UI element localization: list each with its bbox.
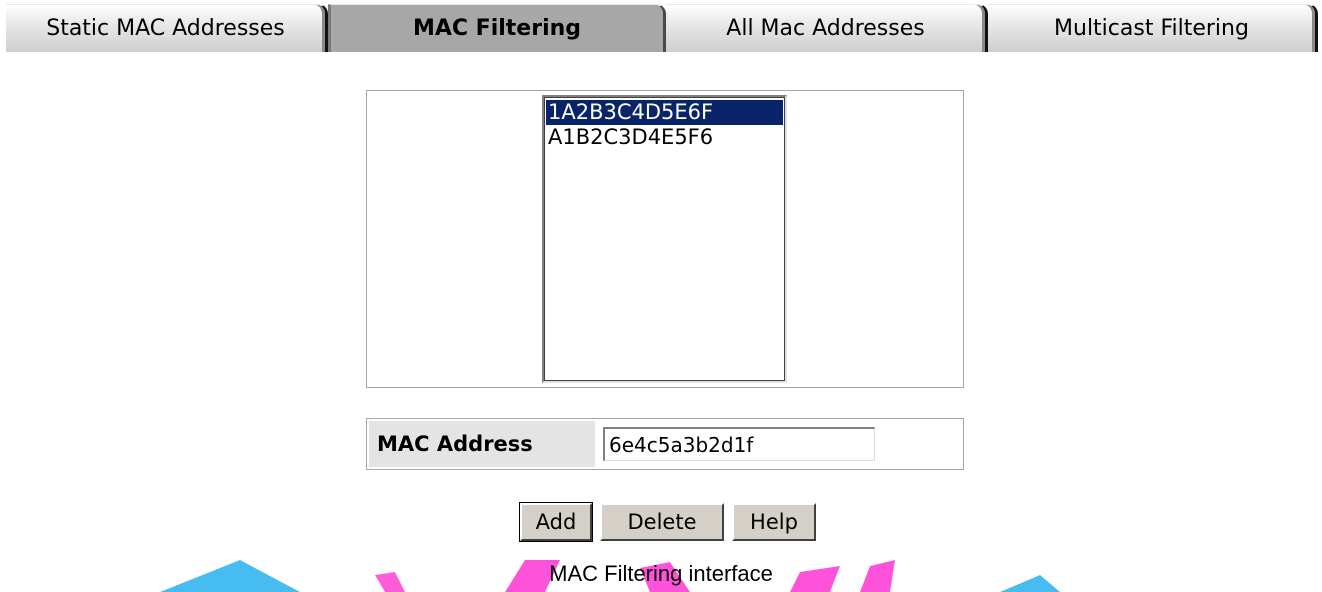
tab-all-mac-addresses[interactable]: All Mac Addresses [666,4,988,52]
tab-mac-filtering[interactable]: MAC Filtering [328,4,666,52]
list-item[interactable]: 1A2B3C4D5E6F [546,100,783,125]
figure-caption: MAC Filtering interface [549,561,773,586]
tab-static-mac-addresses[interactable]: Static MAC Addresses [6,4,328,52]
add-button[interactable]: Add [519,502,593,542]
list-item[interactable]: A1B2C3D4E5F6 [546,125,783,150]
mac-address-form-row: MAC Address [366,418,964,470]
mac-address-listbox[interactable]: 1A2B3C4D5E6F A1B2C3D4E5F6 [542,95,787,383]
mac-address-label: MAC Address [369,421,595,467]
mac-address-input[interactable] [603,427,875,461]
mac-list-panel: 1A2B3C4D5E6F A1B2C3D4E5F6 [366,90,964,388]
tab-bar: Static MAC Addresses MAC Filtering All M… [6,4,1318,52]
help-button[interactable]: Help [732,503,816,541]
tab-multicast-filtering[interactable]: Multicast Filtering [988,4,1318,52]
delete-button[interactable]: Delete [600,503,724,541]
